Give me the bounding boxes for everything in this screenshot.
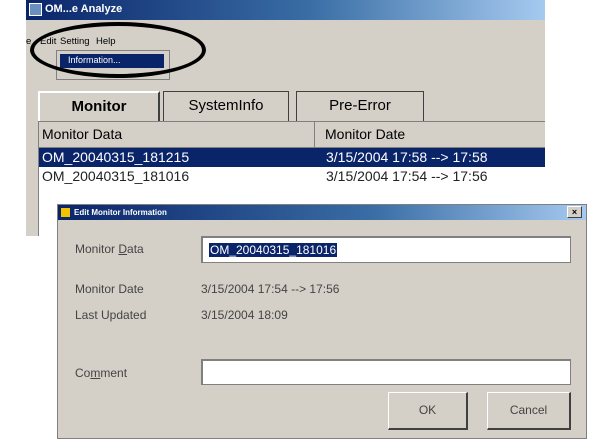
comment-label: Comment <box>75 366 128 380</box>
monitor-data-value: OM_20040315_181016 <box>209 243 338 257</box>
monitor-date-value: 3/15/2004 17:54 --> 17:56 <box>201 282 340 296</box>
app-icon <box>29 3 42 16</box>
list-header: Monitor Data Monitor Date <box>39 122 545 148</box>
table-row[interactable]: OM_20040315_181215 3/15/2004 17:58 --> 1… <box>39 148 545 167</box>
dialog-title: Edit Monitor Information <box>74 208 167 217</box>
monitor-date-label: Monitor Date <box>75 282 144 296</box>
row-monitor-date: 3/15/2004 17:54 --> 17:56 <box>326 168 488 184</box>
last-updated-label: Last Updated <box>75 308 147 322</box>
comment-input[interactable] <box>201 359 571 385</box>
callout-ellipse <box>30 22 206 78</box>
dialog-icon <box>61 208 70 217</box>
tab-pre-error[interactable]: Pre-Error <box>296 91 424 121</box>
monitor-data-label: Monitor Data <box>75 242 144 256</box>
main-titlebar[interactable]: OM...e Analyze <box>26 0 545 20</box>
tab-monitor[interactable]: Monitor <box>38 91 160 121</box>
row-monitor-date: 3/15/2004 17:58 --> 17:58 <box>326 149 488 165</box>
close-button[interactable]: × <box>567 206 582 218</box>
last-updated-value: 3/15/2004 18:09 <box>201 308 288 322</box>
dialog-titlebar[interactable]: Edit Monitor Information × <box>58 205 586 220</box>
ok-button[interactable]: OK <box>388 392 468 430</box>
row-monitor-data: OM_20040315_181016 <box>42 168 190 184</box>
column-monitor-date[interactable]: Monitor Date <box>315 122 545 147</box>
main-window-title: OM...e Analyze <box>45 3 123 15</box>
cancel-button[interactable]: Cancel <box>487 392 571 430</box>
main-window: OM...e Analyze e Edit Setting Help Infor… <box>26 0 545 236</box>
row-monitor-data: OM_20040315_181215 <box>42 149 190 165</box>
tab-systeminfo[interactable]: SystemInfo <box>163 91 289 121</box>
monitor-data-input[interactable]: OM_20040315_181016 <box>201 236 571 263</box>
table-row[interactable]: OM_20040315_181016 3/15/2004 17:54 --> 1… <box>39 167 545 186</box>
column-monitor-data[interactable]: Monitor Data <box>39 122 315 147</box>
edit-monitor-dialog: Edit Monitor Information × Monitor Data … <box>57 204 587 439</box>
